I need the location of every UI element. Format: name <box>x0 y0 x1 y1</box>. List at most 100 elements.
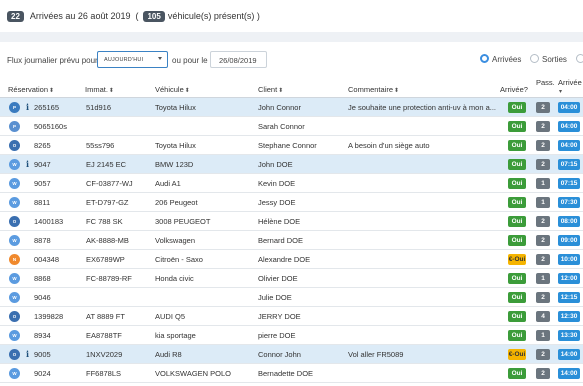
passengers-badge: 2 <box>536 159 550 170</box>
cell-reservation[interactable]: 5065160s <box>34 122 82 131</box>
provider-avatar-icon: O <box>9 311 20 322</box>
table-row[interactable]: Oi 9005 1NXV2029 Audi R8 Connor John Vol alle… <box>0 345 583 364</box>
arrival-status-badge[interactable]: €-Oui <box>508 254 526 265</box>
arrival-status-badge[interactable]: Oui <box>508 368 526 379</box>
arrival-time-badge: 04:00 <box>558 102 580 113</box>
cell-commentaire: A besoin d'un siège auto <box>348 141 430 150</box>
col-arrivee[interactable]: Arrivée ▾ <box>558 79 582 96</box>
arrival-status-badge[interactable]: Oui <box>508 102 526 113</box>
arrival-status-badge[interactable]: Oui <box>508 311 526 322</box>
provider-avatar-icon: W <box>9 330 20 341</box>
arrival-status-badge[interactable]: Oui <box>508 197 526 208</box>
cell-reservation[interactable]: 9005 <box>34 350 82 359</box>
arrival-status-badge[interactable]: Oui <box>508 121 526 132</box>
col-immat[interactable]: Immat.⬍ <box>85 85 114 94</box>
date-input[interactable]: 26/08/2019 <box>210 51 267 68</box>
header-separator <box>0 32 583 42</box>
col-vehicule[interactable]: Véhicule⬍ <box>155 85 190 94</box>
period-select-value: AUJOURD'HUI <box>104 57 144 63</box>
provider-avatar-icon: W <box>9 235 20 246</box>
sort-icon: ⬍ <box>184 88 190 94</box>
cell-client: Bernadette DOE <box>258 369 314 378</box>
arrival-time-badge: 07:15 <box>558 178 580 189</box>
col-commentaire[interactable]: Commentaire⬍ <box>348 85 399 94</box>
arrival-time-badge: 14:00 <box>558 349 580 360</box>
table-row[interactable]: O 1400183 FC 788 SK 3008 PEUGEOT Hélène DOE O… <box>0 212 583 231</box>
cell-immat: 55ss796 <box>86 141 115 150</box>
table-row[interactable]: O 1399828 AT 8889 FT AUDI Q5 JERRY DOE Oui 4 12… <box>0 307 583 326</box>
arrival-status-badge[interactable]: Oui <box>508 292 526 303</box>
cell-reservation[interactable]: 265165 <box>34 103 82 112</box>
arrival-time-badge: 13:30 <box>558 330 580 341</box>
radio-third[interactable] <box>576 54 583 63</box>
table-row[interactable]: W 8811 ET-D797-GZ 206 Peugeot Jessy DOE Oui 1 0… <box>0 193 583 212</box>
table-row[interactable]: W 9057 CF-03877-WJ Audi A1 Kevin DOE Oui 1 07:1… <box>0 174 583 193</box>
arrival-status-badge[interactable]: Oui <box>508 140 526 151</box>
passengers-badge: 2 <box>536 254 550 265</box>
cell-reservation[interactable]: 004348 <box>34 255 82 264</box>
cell-reservation[interactable]: 9046 <box>34 293 82 302</box>
cell-client: John Connor <box>258 103 301 112</box>
radio-sorties[interactable] <box>530 54 539 63</box>
arrival-status-badge[interactable]: Oui <box>508 159 526 170</box>
table-header: Réservation⬍ Immat.⬍ Véhicule⬍ Client⬍ C… <box>0 79 583 98</box>
info-icon[interactable]: i <box>26 159 29 169</box>
provider-avatar-icon: W <box>9 368 20 379</box>
cell-reservation[interactable]: 1400183 <box>34 217 82 226</box>
table-row[interactable]: W 8878 AK-8888-MB Volkswagen Bernard DOE Oui 2… <box>0 231 583 250</box>
arrival-status-badge[interactable]: Oui <box>508 178 526 189</box>
passengers-badge: 2 <box>536 235 550 246</box>
col-reservation[interactable]: Réservation⬍ <box>8 85 54 94</box>
cell-immat: EA8788TF <box>86 331 122 340</box>
arrival-time-badge: 14:00 <box>558 368 580 379</box>
sort-icon: ⬍ <box>108 88 114 94</box>
arrival-time-badge: 09:00 <box>558 235 580 246</box>
table-row[interactable]: W 9024 FF6878LS VOLKSWAGEN POLO Bernadette D… <box>0 364 583 383</box>
info-icon[interactable]: i <box>26 349 29 359</box>
arrival-time-badge: 07:15 <box>558 159 580 170</box>
col-arrivee-q[interactable]: Arrivée? <box>500 85 528 94</box>
cell-reservation[interactable]: 9057 <box>34 179 82 188</box>
table-row[interactable]: W 8934 EA8788TF kia sportage pierre DOE Oui 1 1… <box>0 326 583 345</box>
arrival-time-badge: 07:30 <box>558 197 580 208</box>
cell-reservation[interactable]: 9024 <box>34 369 82 378</box>
provider-avatar-icon: N <box>9 254 20 265</box>
arrival-status-badge[interactable]: Oui <box>508 216 526 227</box>
cell-reservation[interactable]: 8811 <box>34 198 82 207</box>
table-row[interactable]: Wi 9047 EJ 2145 EC BMW 123D John DOE Oui 2 07:1… <box>0 155 583 174</box>
arrival-status-badge[interactable]: Oui <box>508 330 526 341</box>
table-row[interactable]: W 9046 Julie DOE Oui 2 12:15 <box>0 288 583 307</box>
arrival-status-badge[interactable]: Oui <box>508 235 526 246</box>
passengers-badge: 1 <box>536 330 550 341</box>
cell-commentaire: Je souhaite une protection anti-uv à mon… <box>348 103 497 112</box>
arrival-status-badge[interactable]: €-Oui <box>508 349 526 360</box>
table-row[interactable]: O 8265 55ss796 Toyota Hilux Stephane Connor A… <box>0 136 583 155</box>
arrival-time-badge: 12:00 <box>558 273 580 284</box>
provider-avatar-icon: P <box>9 121 20 132</box>
col-client[interactable]: Client⬍ <box>258 85 283 94</box>
cell-reservation[interactable]: 8934 <box>34 331 82 340</box>
period-select[interactable]: AUJOURD'HUI <box>97 51 168 68</box>
flux-label: Flux journalier prévu pour <box>7 56 98 65</box>
cell-reservation[interactable]: 8878 <box>34 236 82 245</box>
table-row[interactable]: Pi 265165 51d916 Toyota Hilux John Connor Je … <box>0 98 583 117</box>
cell-reservation[interactable]: 1399828 <box>34 312 82 321</box>
arrival-status-badge[interactable]: Oui <box>508 273 526 284</box>
cell-immat: AK-8888-MB <box>86 236 129 245</box>
cell-immat: ET-D797-GZ <box>86 198 129 207</box>
table-row[interactable]: W 8868 FC-88789-RF Honda civic Olivier DOE Ou… <box>0 269 583 288</box>
info-icon[interactable]: i <box>26 102 29 112</box>
col-pass[interactable]: Pass. <box>536 79 555 87</box>
provider-avatar-icon: W <box>9 197 20 208</box>
cell-reservation[interactable]: 8868 <box>34 274 82 283</box>
cell-reservation[interactable]: 8265 <box>34 141 82 150</box>
provider-avatar-icon: O <box>9 216 20 227</box>
table-row[interactable]: P 5065160s Sarah Connor Oui 2 04:00 <box>0 117 583 136</box>
cell-reservation[interactable]: 9047 <box>34 160 82 169</box>
table-row[interactable]: N 004348 EX6789WP Citroën - Saxo Alexandre D… <box>0 250 583 269</box>
cell-vehicule: 3008 PEUGEOT <box>155 217 211 226</box>
cell-client: Connor John <box>258 350 301 359</box>
radio-arrivees[interactable] <box>480 54 489 63</box>
cell-vehicule: kia sportage <box>155 331 196 340</box>
cell-immat: 1NXV2029 <box>86 350 123 359</box>
